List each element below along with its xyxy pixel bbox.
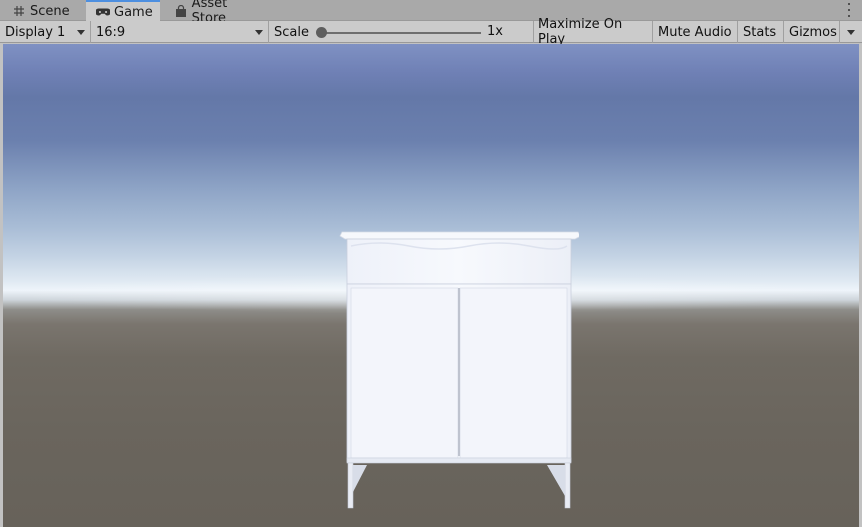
tab-scene-label: Scene — [30, 3, 70, 19]
gizmos-toggle[interactable]: Gizmos — [784, 21, 840, 43]
display-dropdown[interactable]: Display 1 — [0, 21, 91, 43]
mute-audio-label: Mute Audio — [658, 24, 732, 40]
scale-label: Scale — [274, 24, 309, 40]
stats-toggle[interactable]: Stats — [738, 21, 784, 43]
mute-audio-toggle[interactable]: Mute Audio — [653, 21, 738, 43]
tab-game[interactable]: Game — [86, 0, 160, 22]
scale-slider-track[interactable] — [321, 32, 481, 34]
game-viewport[interactable] — [3, 44, 859, 527]
aspect-ratio-value: 16:9 — [96, 24, 126, 40]
tab-game-label: Game — [114, 4, 153, 20]
chevron-down-icon — [255, 30, 263, 35]
tab-scene[interactable]: Scene — [2, 1, 84, 21]
scale-slider-handle[interactable] — [316, 27, 327, 38]
chevron-down-icon — [77, 30, 85, 35]
stats-label: Stats — [743, 24, 777, 40]
gizmos-dropdown[interactable] — [840, 21, 862, 43]
scale-control: Scale 1x — [269, 21, 534, 43]
maximize-on-play-toggle[interactable]: Maximize On Play — [533, 17, 653, 47]
gizmos-label: Gizmos — [789, 24, 837, 40]
more-options-icon[interactable] — [846, 3, 852, 17]
chevron-down-icon — [847, 30, 855, 35]
shopping-bag-icon — [174, 4, 188, 18]
display-dropdown-value: Display 1 — [5, 24, 66, 40]
tab-asset-store[interactable]: Asset Store — [164, 0, 272, 26]
scale-value: 1x — [487, 24, 503, 39]
maximize-on-play-label: Maximize On Play — [538, 17, 623, 47]
aspect-ratio-dropdown[interactable]: 16:9 — [91, 21, 269, 43]
gamepad-icon — [96, 5, 110, 19]
grid-icon — [12, 4, 26, 18]
game-view-toolbar: Display 1 16:9 Scale 1x Maximize On Play… — [0, 17, 862, 47]
window-tab-bar: Scene Game Asset Store — [0, 0, 862, 26]
cabinet-model — [339, 230, 579, 510]
